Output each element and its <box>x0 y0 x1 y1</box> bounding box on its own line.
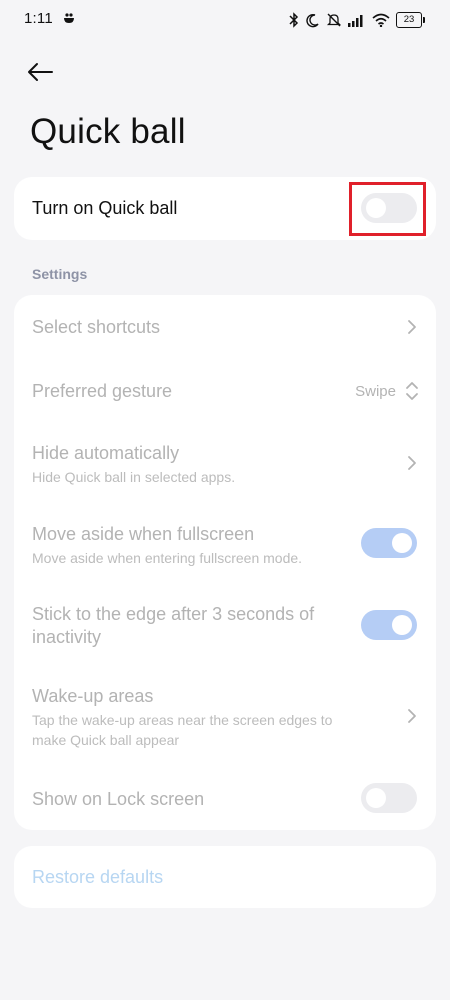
move-aside-subtitle: Move aside when entering fullscreen mode… <box>32 550 303 566</box>
battery-icon: 23 <box>396 12 425 28</box>
wifi-icon <box>372 13 390 27</box>
status-bar: 1:11 23 <box>0 0 450 40</box>
settings-card: Select shortcuts Preferred gesture Swipe… <box>14 295 436 830</box>
preferred-gesture-title: Preferred gesture <box>32 381 173 401</box>
dropdown-updown-icon <box>406 382 418 400</box>
stick-to-edge-toggle[interactable] <box>361 610 417 640</box>
silent-bell-icon <box>326 13 342 27</box>
stick-to-edge-title-line2: inactivity <box>32 627 102 647</box>
wake-up-areas-title: Wake-up areas <box>32 686 154 706</box>
stick-to-edge-title-line1: Stick to the edge after 3 seconds of <box>32 604 315 624</box>
toggle-knob <box>366 788 386 808</box>
highlight-box <box>349 182 426 236</box>
chevron-right-icon <box>408 709 416 723</box>
toggle-knob <box>392 615 412 635</box>
restore-defaults-label: Restore defaults <box>32 867 164 887</box>
status-icons: 23 <box>289 11 425 29</box>
settings-section-header: Settings <box>32 266 88 282</box>
wake-up-areas-subtitle-line1: Tap the wake-up areas near the screen ed… <box>32 712 333 728</box>
toggle-knob <box>392 533 412 553</box>
select-shortcuts-title: Select shortcuts <box>32 317 161 337</box>
app-notification-icon <box>64 13 74 23</box>
page-title: Quick ball <box>30 112 186 151</box>
status-time: 1:11 <box>24 10 53 27</box>
moon-icon <box>306 13 319 27</box>
main-toggle-card[interactable]: Turn on Quick ball <box>14 177 436 240</box>
battery-level: 23 <box>403 14 415 25</box>
bluetooth-icon <box>289 12 299 28</box>
move-aside-title: Move aside when fullscreen <box>32 524 255 544</box>
turn-on-quick-ball-label: Turn on Quick ball <box>32 198 178 218</box>
preferred-gesture-value: Swipe <box>355 383 396 400</box>
chevron-right-icon <box>408 320 416 334</box>
restore-defaults-button[interactable]: Restore defaults <box>14 846 436 908</box>
hide-automatically-subtitle: Hide Quick ball in selected apps. <box>32 469 236 485</box>
wake-up-areas-subtitle-line2: make Quick ball appear <box>32 732 180 748</box>
move-aside-toggle[interactable] <box>361 528 417 558</box>
signal-icon <box>348 15 363 27</box>
show-on-lock-screen-toggle[interactable] <box>361 783 417 813</box>
back-arrow-icon <box>28 63 53 81</box>
show-on-lock-screen-title: Show on Lock screen <box>32 789 205 809</box>
chevron-right-icon <box>408 456 416 470</box>
back-button[interactable] <box>26 52 66 92</box>
hide-automatically-title: Hide automatically <box>32 443 180 463</box>
